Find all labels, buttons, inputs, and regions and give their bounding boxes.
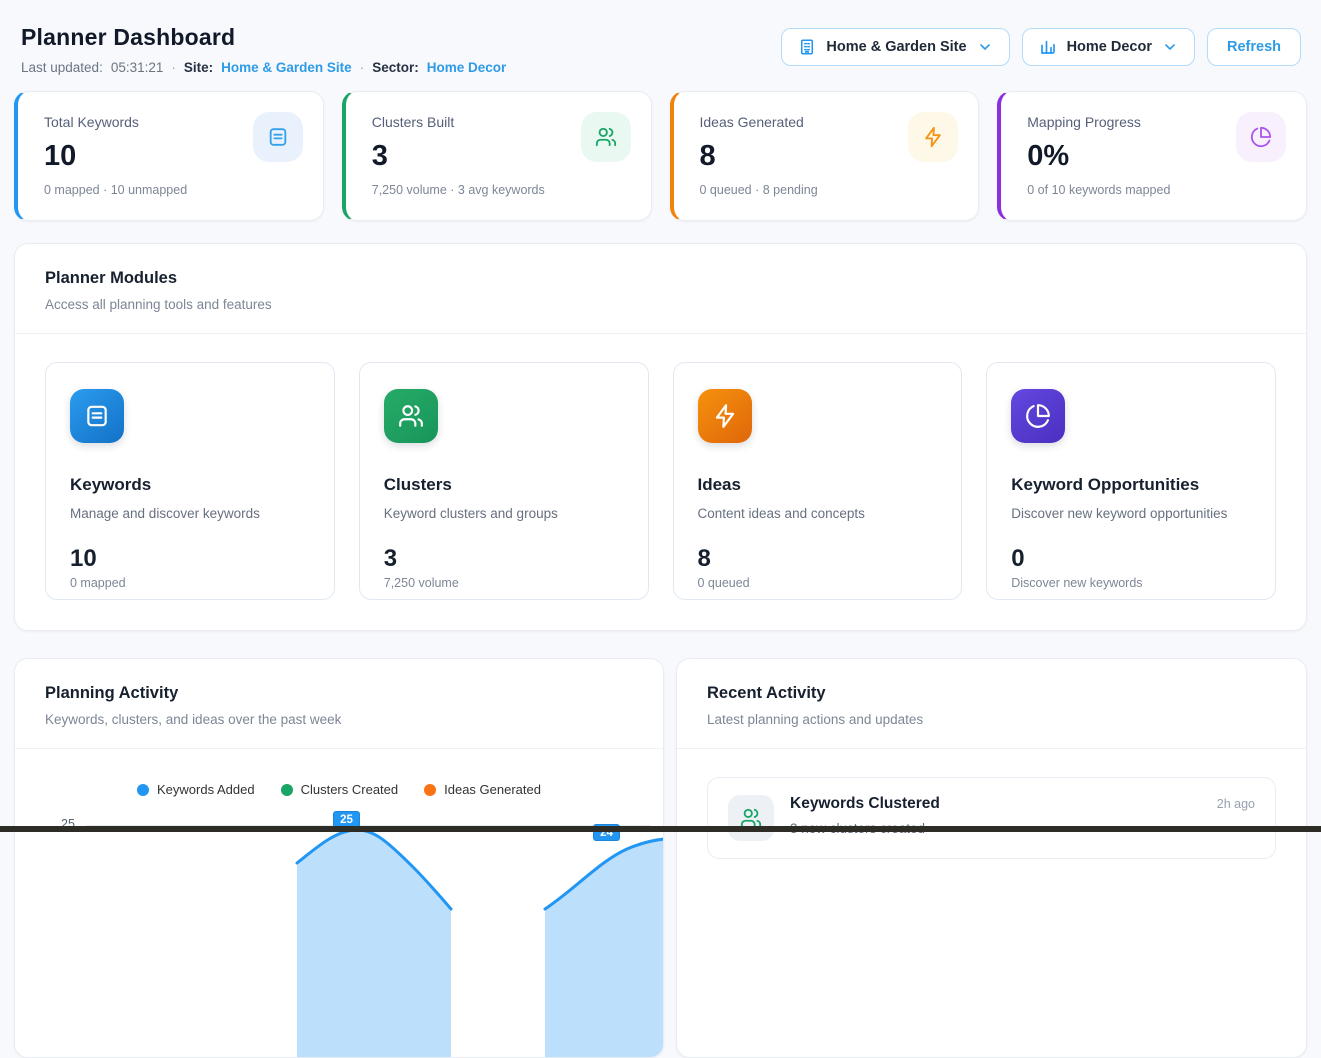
sector-selector-label: Home Decor: [1067, 39, 1152, 55]
module-subtitle: 0 mapped: [70, 576, 310, 590]
bottom-row: Planning Activity Keywords, clusters, an…: [14, 658, 1307, 1058]
module-value: 10: [70, 545, 310, 573]
recent-activity-subtitle: Latest planning actions and updates: [707, 712, 1276, 727]
legend-label: Clusters Created: [301, 782, 399, 797]
module-card-ideas[interactable]: Ideas Content ideas and concepts 8 0 que…: [673, 362, 963, 600]
planner-modules-section: Planner Modules Access all planning tool…: [14, 243, 1307, 631]
header-controls: Home & Garden Site Home Decor Refresh: [781, 28, 1301, 66]
module-subtitle: Discover new keywords: [1011, 576, 1251, 590]
legend-label: Keywords Added: [157, 782, 255, 797]
users-icon: [384, 389, 438, 443]
site-label: Site:: [184, 60, 213, 75]
module-value: 3: [384, 545, 624, 573]
module-card-keyword-opportunities[interactable]: Keyword Opportunities Discover new keywo…: [986, 362, 1276, 600]
bolt-icon: [908, 112, 958, 162]
chart-legend: Keywords Added Clusters Created Ideas Ge…: [15, 782, 663, 797]
chevron-down-icon: [977, 39, 993, 55]
pie-chart-icon: [1011, 389, 1065, 443]
module-card-keywords[interactable]: Keywords Manage and discover keywords 10…: [45, 362, 335, 600]
meta-line: Last updated: 05:31:21 · Site: Home & Ga…: [21, 60, 506, 75]
page-header: Planner Dashboard Last updated: 05:31:21…: [14, 0, 1307, 75]
modules-title: Planner Modules: [45, 269, 1276, 288]
recent-activity-title: Recent Activity: [707, 684, 1276, 703]
activity-list-item[interactable]: Keywords Clustered 3 new clusters create…: [707, 777, 1276, 859]
stat-card-clusters-built: Clusters Built 3 7,250 volume · 3 avg ke…: [342, 91, 652, 221]
last-updated-value: 05:31:21: [111, 60, 164, 75]
module-subtitle: 0 queued: [698, 576, 938, 590]
separator-dot: ·: [171, 60, 176, 75]
stat-subtitle: 7,250 volume · 3 avg keywords: [372, 183, 629, 197]
stats-row: Total Keywords 10 0 mapped · 10 unmapped…: [14, 91, 1307, 221]
planning-activity-card: Planning Activity Keywords, clusters, an…: [14, 658, 664, 1058]
module-title: Ideas: [698, 475, 938, 495]
module-title: Clusters: [384, 475, 624, 495]
stat-card-mapping-progress: Mapping Progress 0% 0 of 10 keywords map…: [997, 91, 1307, 221]
stat-subtitle: 0 queued · 8 pending: [700, 183, 957, 197]
module-description: Content ideas and concepts: [698, 506, 938, 521]
separator-dot: ·: [360, 60, 365, 75]
module-value: 8: [698, 545, 938, 573]
chevron-down-icon: [1162, 39, 1178, 55]
last-updated-label: Last updated:: [21, 60, 103, 75]
legend-item-clusters-created: Clusters Created: [281, 782, 399, 797]
header-left: Planner Dashboard Last updated: 05:31:21…: [21, 24, 506, 75]
document-icon: [70, 389, 124, 443]
window-edge-strip: [0, 826, 1321, 832]
recent-activity-header: Recent Activity Latest planning actions …: [677, 659, 1306, 748]
module-value: 0: [1011, 545, 1251, 573]
module-card-clusters[interactable]: Clusters Keyword clusters and groups 3 7…: [359, 362, 649, 600]
sector-link[interactable]: Home Decor: [427, 60, 507, 75]
module-description: Discover new keyword opportunities: [1011, 506, 1251, 521]
building-icon: [798, 38, 816, 56]
site-selector-dropdown[interactable]: Home & Garden Site: [781, 28, 1009, 66]
legend-item-ideas-generated: Ideas Generated: [424, 782, 541, 797]
modules-grid: Keywords Manage and discover keywords 10…: [15, 334, 1306, 630]
activity-line-chart: 25 25 24: [15, 799, 663, 1057]
module-description: Keyword clusters and groups: [384, 506, 624, 521]
site-selector-label: Home & Garden Site: [826, 39, 966, 55]
keywords-added-series-line: [15, 799, 664, 1058]
module-title: Keywords: [70, 475, 310, 495]
planner-dashboard-page: Planner Dashboard Last updated: 05:31:21…: [0, 0, 1321, 1058]
stat-card-total-keywords: Total Keywords 10 0 mapped · 10 unmapped: [14, 91, 324, 221]
legend-dot-icon: [137, 784, 149, 796]
planning-activity-header: Planning Activity Keywords, clusters, an…: [15, 659, 663, 748]
divider: [15, 748, 663, 749]
module-subtitle: 7,250 volume: [384, 576, 624, 590]
stat-subtitle: 0 of 10 keywords mapped: [1027, 183, 1284, 197]
recent-activity-card: Recent Activity Latest planning actions …: [676, 658, 1307, 1058]
divider: [677, 748, 1306, 749]
module-description: Manage and discover keywords: [70, 506, 310, 521]
legend-dot-icon: [424, 784, 436, 796]
sector-selector-dropdown[interactable]: Home Decor: [1022, 28, 1195, 66]
stat-card-ideas-generated: Ideas Generated 8 0 queued · 8 pending: [670, 91, 980, 221]
planning-activity-title: Planning Activity: [45, 684, 633, 703]
planning-activity-subtitle: Keywords, clusters, and ideas over the p…: [45, 712, 633, 727]
page-title: Planner Dashboard: [21, 24, 506, 51]
stat-subtitle: 0 mapped · 10 unmapped: [44, 183, 301, 197]
legend-label: Ideas Generated: [444, 782, 541, 797]
legend-item-keywords-added: Keywords Added: [137, 782, 255, 797]
refresh-button[interactable]: Refresh: [1207, 28, 1301, 66]
bolt-icon: [698, 389, 752, 443]
users-icon: [728, 795, 774, 841]
module-title: Keyword Opportunities: [1011, 475, 1251, 495]
activity-item-timestamp: 2h ago: [1217, 795, 1255, 811]
bar-chart-icon: [1039, 38, 1057, 56]
modules-header: Planner Modules Access all planning tool…: [15, 244, 1306, 333]
legend-dot-icon: [281, 784, 293, 796]
sector-label: Sector:: [372, 60, 419, 75]
site-link[interactable]: Home & Garden Site: [221, 60, 352, 75]
document-icon: [253, 112, 303, 162]
pie-chart-icon: [1236, 112, 1286, 162]
users-icon: [581, 112, 631, 162]
modules-subtitle: Access all planning tools and features: [45, 297, 1276, 312]
activity-item-title: Keywords Clustered: [790, 795, 1201, 813]
